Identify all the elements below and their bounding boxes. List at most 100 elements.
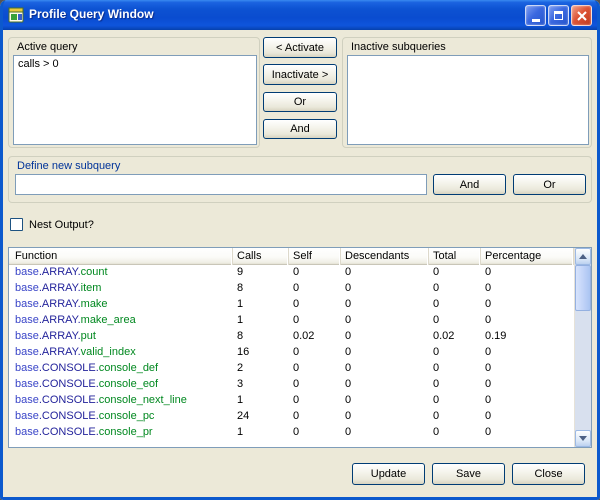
function-cell: base.CONSOLE.console_def: [9, 361, 233, 377]
total-cell: 0: [429, 313, 481, 329]
table-row[interactable]: base.ARRAY.count 9 0 0 0 0: [9, 265, 574, 281]
define-subquery-group: Define new subquery And Or: [8, 156, 592, 203]
scroll-down-icon: [579, 436, 587, 441]
profile-table: Function Calls Self Descendants Total Pe…: [8, 247, 592, 448]
column-header-total[interactable]: Total: [429, 248, 481, 265]
percentage-cell: 0: [481, 377, 574, 393]
column-header-percentage[interactable]: Percentage: [481, 248, 574, 265]
table-row[interactable]: base.CONSOLE.console_pr 1 0 0 0 0: [9, 425, 574, 441]
profile-query-window: Profile Query Window Active query calls …: [0, 0, 600, 500]
total-cell: 0: [429, 297, 481, 313]
function-cell: base.ARRAY.item: [9, 281, 233, 297]
calls-cell: 9: [233, 265, 289, 281]
descendants-cell: 0: [341, 345, 429, 361]
subquery-input[interactable]: [15, 174, 427, 195]
function-cell: base.ARRAY.make_area: [9, 313, 233, 329]
table-row[interactable]: base.ARRAY.item 8 0 0 0 0: [9, 281, 574, 297]
table-header: Function Calls Self Descendants Total Pe…: [9, 248, 574, 265]
and-subquery-button[interactable]: And: [433, 174, 506, 195]
define-subquery-label: Define new subquery: [17, 160, 120, 172]
update-button[interactable]: Update: [352, 463, 425, 485]
function-cell: base.ARRAY.count: [9, 265, 233, 281]
calls-cell: 8: [233, 281, 289, 297]
function-cell: base.ARRAY.make: [9, 297, 233, 313]
save-button[interactable]: Save: [432, 463, 505, 485]
descendants-cell: 0: [341, 393, 429, 409]
column-header-descendants[interactable]: Descendants: [341, 248, 429, 265]
calls-cell: 1: [233, 393, 289, 409]
self-cell: 0: [289, 361, 341, 377]
active-query-label: Active query: [17, 41, 78, 53]
descendants-cell: 0: [341, 297, 429, 313]
calls-cell: 3: [233, 377, 289, 393]
vertical-scrollbar[interactable]: [574, 248, 591, 447]
minimize-button[interactable]: [525, 5, 546, 26]
table-body: base.ARRAY.count 9 0 0 0 0 base.ARRAY.it…: [9, 265, 574, 447]
table-row[interactable]: base.CONSOLE.console_eof 3 0 0 0 0: [9, 377, 574, 393]
table-row[interactable]: base.ARRAY.make 1 0 0 0 0: [9, 297, 574, 313]
window-title: Profile Query Window: [29, 0, 154, 29]
function-cell: base.ARRAY.put: [9, 329, 233, 345]
percentage-cell: 0: [481, 281, 574, 297]
percentage-cell: 0: [481, 345, 574, 361]
close-dialog-button[interactable]: Close: [512, 463, 585, 485]
or-transfer-button[interactable]: Or: [263, 92, 337, 112]
table-row[interactable]: base.ARRAY.put 8 0.02 0 0.02 0.19: [9, 329, 574, 345]
total-cell: 0: [429, 265, 481, 281]
nest-output-checkbox[interactable]: [10, 218, 23, 231]
function-cell: base.CONSOLE.console_next_line: [9, 393, 233, 409]
activate-button[interactable]: < Activate: [263, 37, 337, 58]
column-header-function[interactable]: Function: [9, 248, 233, 265]
function-cell: base.CONSOLE.console_pc: [9, 409, 233, 425]
table-row[interactable]: base.ARRAY.valid_index 16 0 0 0 0: [9, 345, 574, 361]
maximize-button[interactable]: [548, 5, 569, 26]
active-query-item[interactable]: calls > 0: [14, 56, 256, 72]
or-subquery-button[interactable]: Or: [513, 174, 586, 195]
column-header-calls[interactable]: Calls: [233, 248, 289, 265]
inactivate-button[interactable]: Inactivate >: [263, 64, 337, 85]
scroll-up-button[interactable]: [575, 248, 591, 265]
percentage-cell: 0: [481, 265, 574, 281]
total-cell: 0: [429, 281, 481, 297]
minimize-icon: [532, 19, 540, 22]
scrollbar-thumb[interactable]: [575, 265, 591, 311]
function-cell: base.ARRAY.valid_index: [9, 345, 233, 361]
titlebar[interactable]: Profile Query Window: [0, 0, 600, 30]
total-cell: 0: [429, 345, 481, 361]
descendants-cell: 0: [341, 361, 429, 377]
table-row[interactable]: base.CONSOLE.console_next_line 1 0 0 0 0: [9, 393, 574, 409]
app-icon: [8, 7, 24, 23]
function-cell: base.CONSOLE.console_pr: [9, 425, 233, 441]
percentage-cell: 0: [481, 297, 574, 313]
table-row[interactable]: base.CONSOLE.console_def 2 0 0 0 0: [9, 361, 574, 377]
calls-cell: 24: [233, 409, 289, 425]
scroll-up-icon: [579, 254, 587, 259]
active-query-group: Active query calls > 0: [8, 37, 260, 148]
function-cell: base.CONSOLE.console_eof: [9, 377, 233, 393]
calls-cell: 16: [233, 345, 289, 361]
maximize-icon: [554, 11, 563, 20]
descendants-cell: 0: [341, 409, 429, 425]
total-cell: 0.02: [429, 329, 481, 345]
table-row[interactable]: base.CONSOLE.console_pc 24 0 0 0 0: [9, 409, 574, 425]
inactive-subqueries-label: Inactive subqueries: [351, 41, 446, 53]
scroll-down-button[interactable]: [575, 430, 591, 447]
self-cell: 0: [289, 345, 341, 361]
self-cell: 0.02: [289, 329, 341, 345]
and-transfer-button[interactable]: And: [263, 119, 337, 139]
table-row[interactable]: base.ARRAY.make_area 1 0 0 0 0: [9, 313, 574, 329]
column-header-self[interactable]: Self: [289, 248, 341, 265]
descendants-cell: 0: [341, 425, 429, 441]
close-button[interactable]: [571, 5, 592, 26]
inactive-subqueries-group: Inactive subqueries: [342, 37, 592, 148]
self-cell: 0: [289, 393, 341, 409]
percentage-cell: 0: [481, 393, 574, 409]
total-cell: 0: [429, 425, 481, 441]
active-query-list[interactable]: calls > 0: [13, 55, 257, 145]
percentage-cell: 0: [481, 361, 574, 377]
inactive-subqueries-list[interactable]: [347, 55, 589, 145]
descendants-cell: 0: [341, 281, 429, 297]
calls-cell: 8: [233, 329, 289, 345]
total-cell: 0: [429, 361, 481, 377]
calls-cell: 1: [233, 313, 289, 329]
